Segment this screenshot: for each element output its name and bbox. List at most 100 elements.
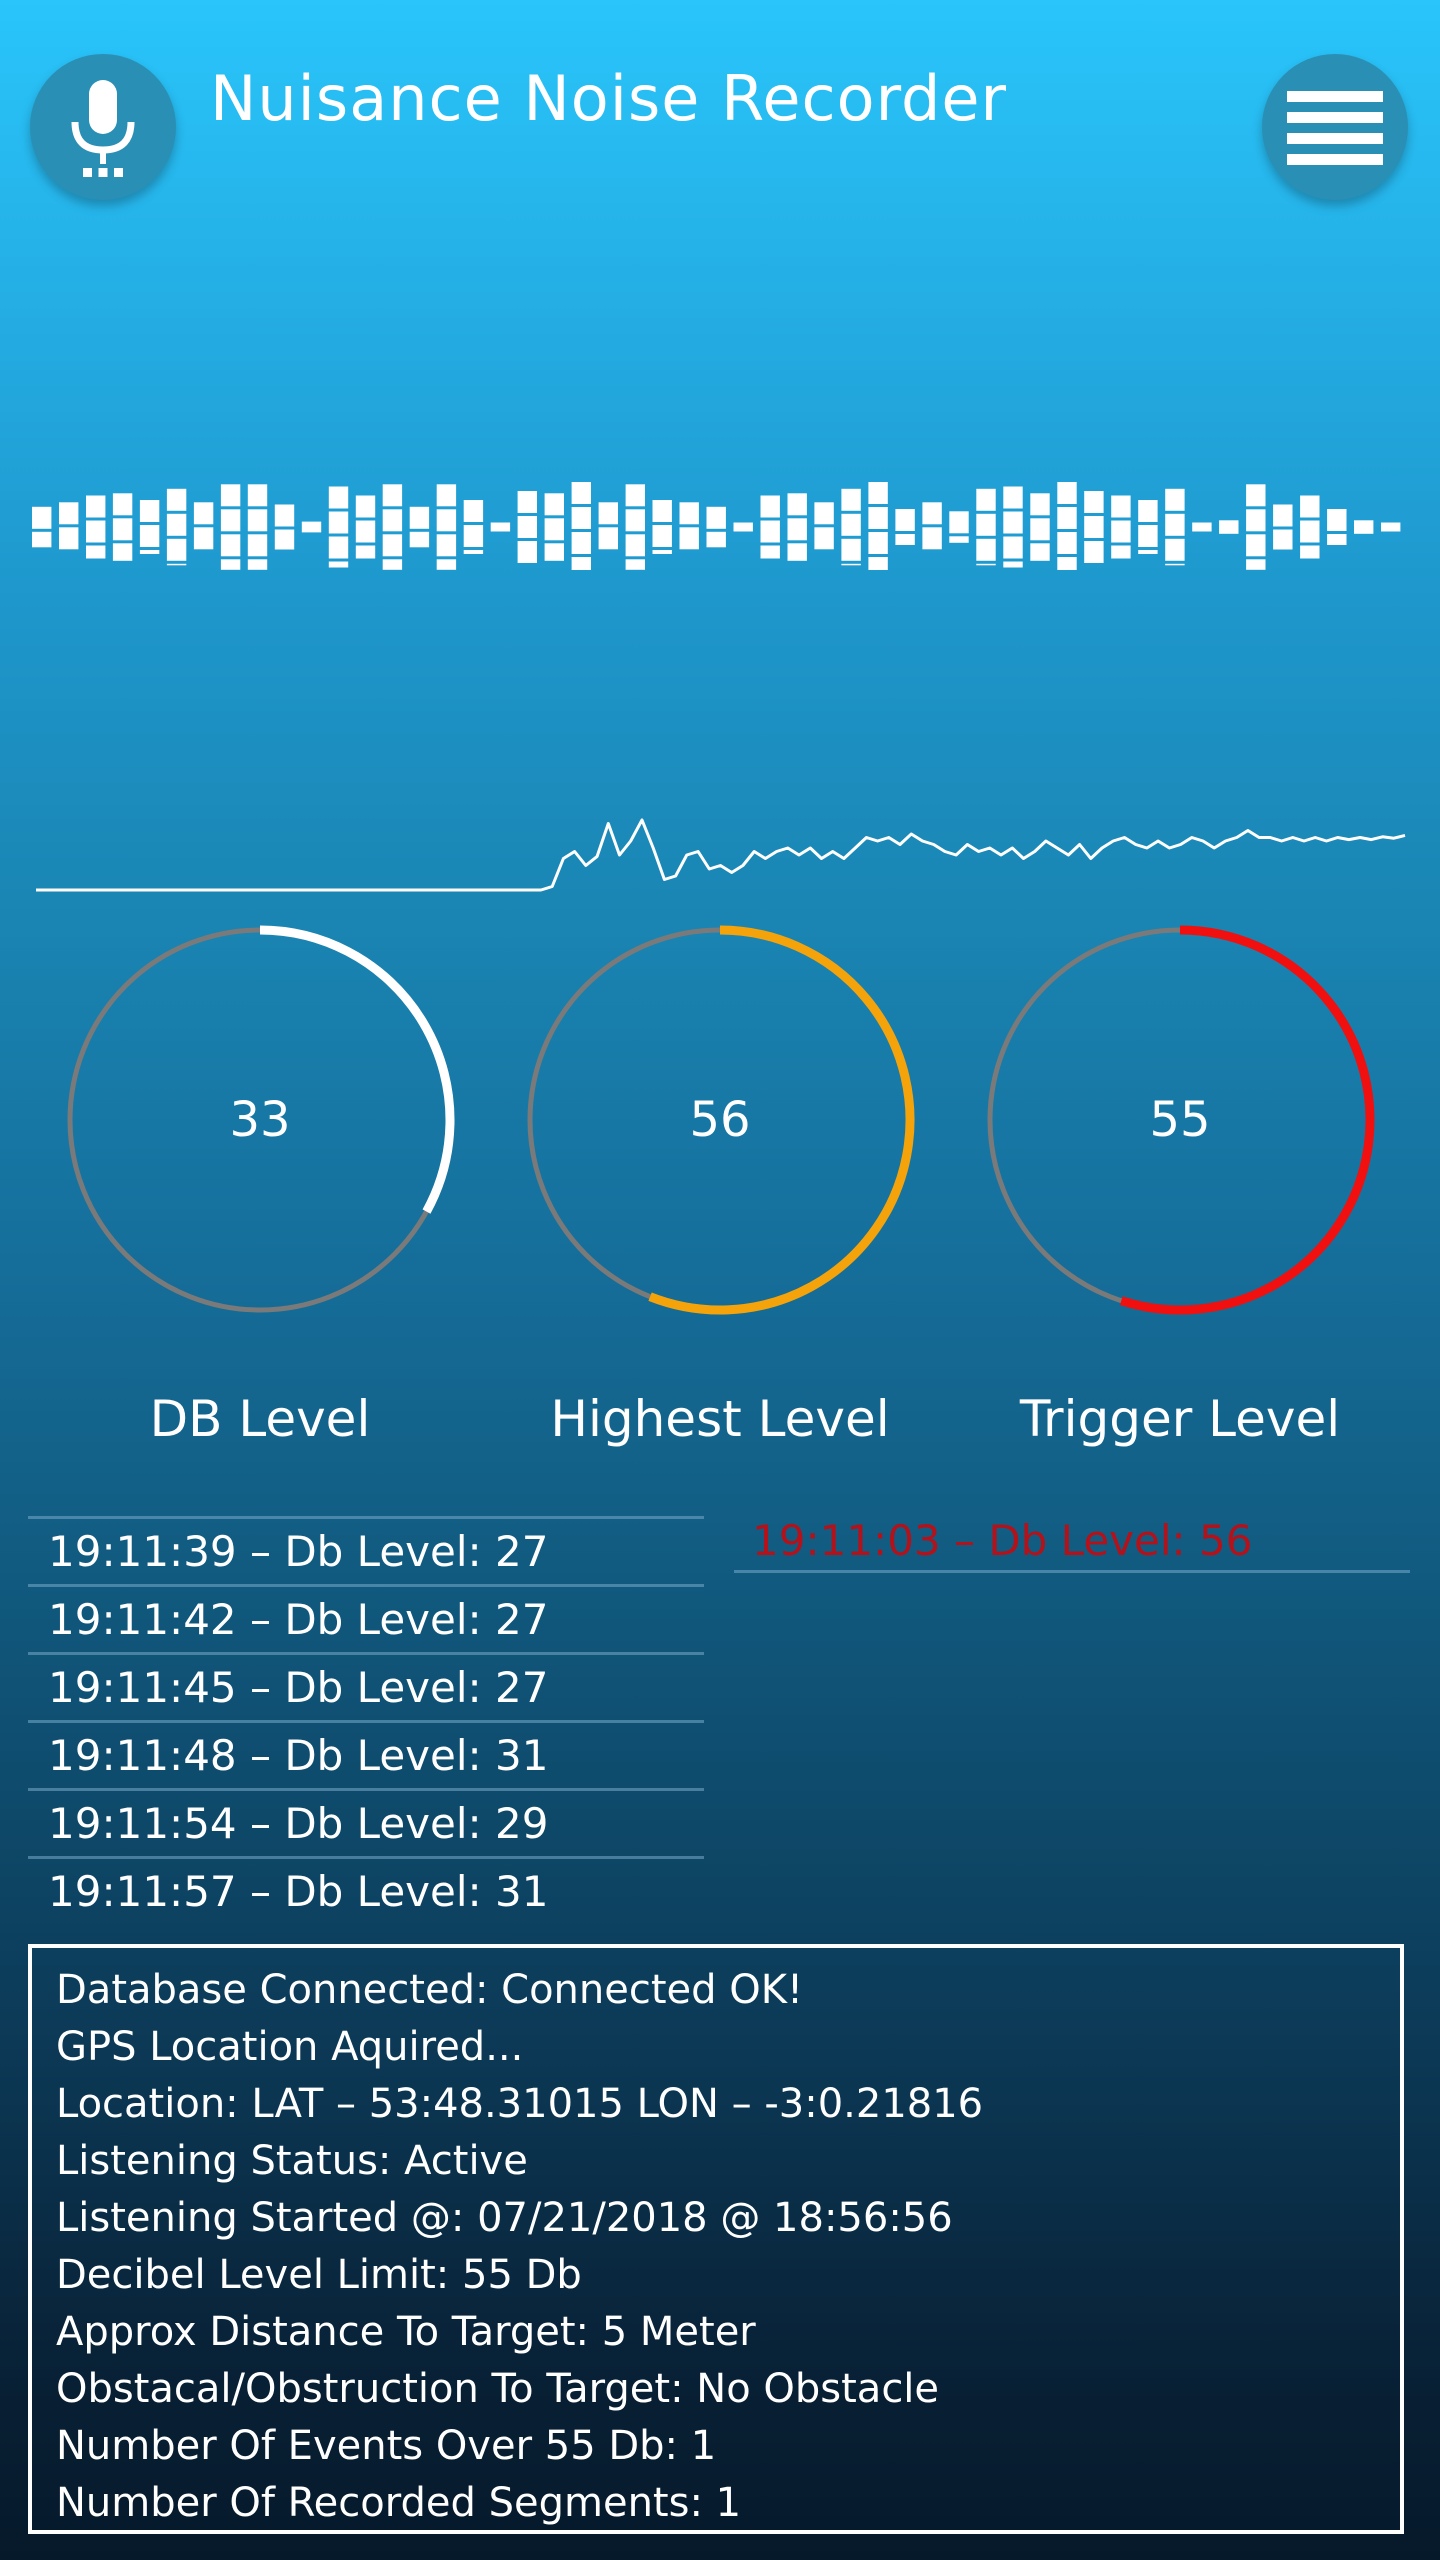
event-list-item[interactable]: 19:11:57 – Db Level: 31 — [28, 1856, 704, 1924]
equalizer-segment — [1111, 545, 1131, 559]
equalizer-segment — [382, 534, 403, 557]
highest-level-gauge: 56 — [520, 920, 920, 1320]
equalizer-segment — [436, 509, 457, 532]
equalizer-bar — [274, 504, 295, 550]
equalizer-bar — [1354, 520, 1374, 534]
equalizer-segment — [841, 513, 861, 536]
equalizer-bar — [1057, 482, 1077, 570]
equalizer-segment — [598, 502, 618, 525]
equalizer-bar — [1165, 488, 1185, 566]
waveform-line — [36, 818, 1406, 892]
equalizer-segment — [814, 527, 834, 550]
equalizer-segment — [193, 527, 214, 550]
equalizer-segment — [220, 484, 241, 507]
equalizer-segment — [841, 538, 861, 561]
equalizer-segment — [382, 484, 403, 507]
equalizer-bar — [733, 522, 753, 532]
equalizer-segment — [787, 518, 807, 541]
equalizer-bar — [814, 502, 834, 550]
equalizer-segment — [1300, 545, 1320, 559]
equalizer-bar — [1030, 493, 1050, 561]
event-list-item[interactable]: 19:11:45 – Db Level: 27 — [28, 1652, 704, 1720]
equalizer-segment — [139, 550, 160, 554]
equalizer-bar — [59, 502, 79, 550]
equalizer-bar — [1192, 522, 1212, 532]
equalizer-segment — [1354, 520, 1374, 534]
equalizer-segment — [274, 504, 295, 527]
equalizer-segment — [1273, 529, 1293, 550]
equalizer-segment — [112, 543, 133, 561]
equalizer-bar — [86, 495, 106, 559]
trigger-level-label: Trigger Level — [1019, 1390, 1341, 1448]
equalizer-segment — [1219, 520, 1239, 534]
status-limit: Decibel Level Limit: 55 Db — [56, 2252, 582, 2298]
trigger-event-item[interactable]: 19:11:03 – Db Level: 56 — [734, 1510, 1410, 1573]
equalizer-segment — [652, 550, 672, 554]
equalizer-bar — [382, 484, 403, 570]
equalizer-segment — [1246, 534, 1266, 557]
equalizer-bar — [1273, 504, 1293, 550]
menu-button[interactable] — [1262, 54, 1408, 200]
equalizer-segment — [571, 507, 591, 529]
equalizer-segment — [328, 561, 349, 568]
equalizer-segment — [1003, 536, 1023, 559]
equalizer-bar — [220, 484, 241, 570]
db-event-list: 19:11:39 – Db Level: 27 19:11:42 – Db Le… — [28, 1516, 704, 1924]
equalizer-segment — [922, 502, 942, 525]
equalizer-segment — [32, 531, 52, 548]
app-header: Nuisance Noise Recorder — [0, 0, 1440, 220]
trigger-level-gauge: 55 — [980, 920, 1380, 1320]
gauges-row: 33 56 55 — [0, 920, 1440, 1340]
equalizer-segment — [571, 482, 591, 504]
equalizer-segment — [382, 559, 403, 570]
equalizer-segment — [1165, 488, 1185, 511]
equalizer-bar — [1003, 486, 1023, 568]
event-list-item[interactable]: 19:11:39 – Db Level: 27 — [28, 1516, 704, 1584]
equalizer-segment — [1111, 495, 1131, 518]
equalizer-bar — [760, 495, 780, 559]
equalizer-bar — [355, 495, 376, 559]
equalizer-segment — [490, 522, 511, 532]
equalizer-bar — [490, 522, 511, 532]
equalizer-bar — [787, 493, 807, 561]
equalizer-segment — [1192, 522, 1212, 532]
equalizer-segment — [166, 513, 187, 536]
db-level-value: 33 — [229, 1092, 291, 1148]
equalizer-segment — [787, 543, 807, 561]
equalizer-segment — [1165, 538, 1185, 561]
equalizer-segment — [1003, 511, 1023, 534]
equalizer-segment — [59, 502, 79, 525]
equalizer-segment — [1165, 563, 1185, 566]
record-button[interactable] — [30, 54, 176, 200]
hamburger-menu-icon — [1287, 91, 1383, 165]
equalizer-segment — [922, 527, 942, 550]
equalizer-bar — [1138, 500, 1158, 554]
trigger-level-value: 55 — [1149, 1092, 1211, 1148]
event-list-item[interactable]: 19:11:48 – Db Level: 31 — [28, 1720, 704, 1788]
equalizer-segment — [841, 488, 861, 511]
equalizer-segment — [139, 500, 160, 522]
equalizer-segment — [1273, 504, 1293, 527]
equalizer-segment — [949, 536, 969, 543]
highest-level-label: Highest Level — [550, 1390, 890, 1448]
equalizer-segment — [59, 527, 79, 550]
equalizer-segment — [220, 534, 241, 557]
event-list-item[interactable]: 19:11:54 – Db Level: 29 — [28, 1788, 704, 1856]
equalizer-segment — [436, 534, 457, 557]
status-started: Listening Started @: 07/21/2018 @ 18:56:… — [56, 2195, 953, 2241]
equalizer-segment — [760, 545, 780, 559]
equalizer-segment — [112, 518, 133, 541]
equalizer-visualizer — [32, 482, 1401, 570]
equalizer-segment — [436, 559, 457, 570]
equalizer-bar — [139, 500, 160, 554]
equalizer-bar — [247, 484, 268, 570]
equalizer-segment — [868, 532, 888, 554]
equalizer-segment — [382, 509, 403, 532]
equalizer-segment — [1300, 495, 1320, 518]
equalizer-segment — [220, 509, 241, 532]
equalizer-bar — [625, 484, 645, 570]
equalizer-segment — [1003, 486, 1023, 509]
equalizer-segment — [1246, 484, 1266, 507]
equalizer-segment — [436, 484, 457, 507]
event-list-item[interactable]: 19:11:42 – Db Level: 27 — [28, 1584, 704, 1652]
